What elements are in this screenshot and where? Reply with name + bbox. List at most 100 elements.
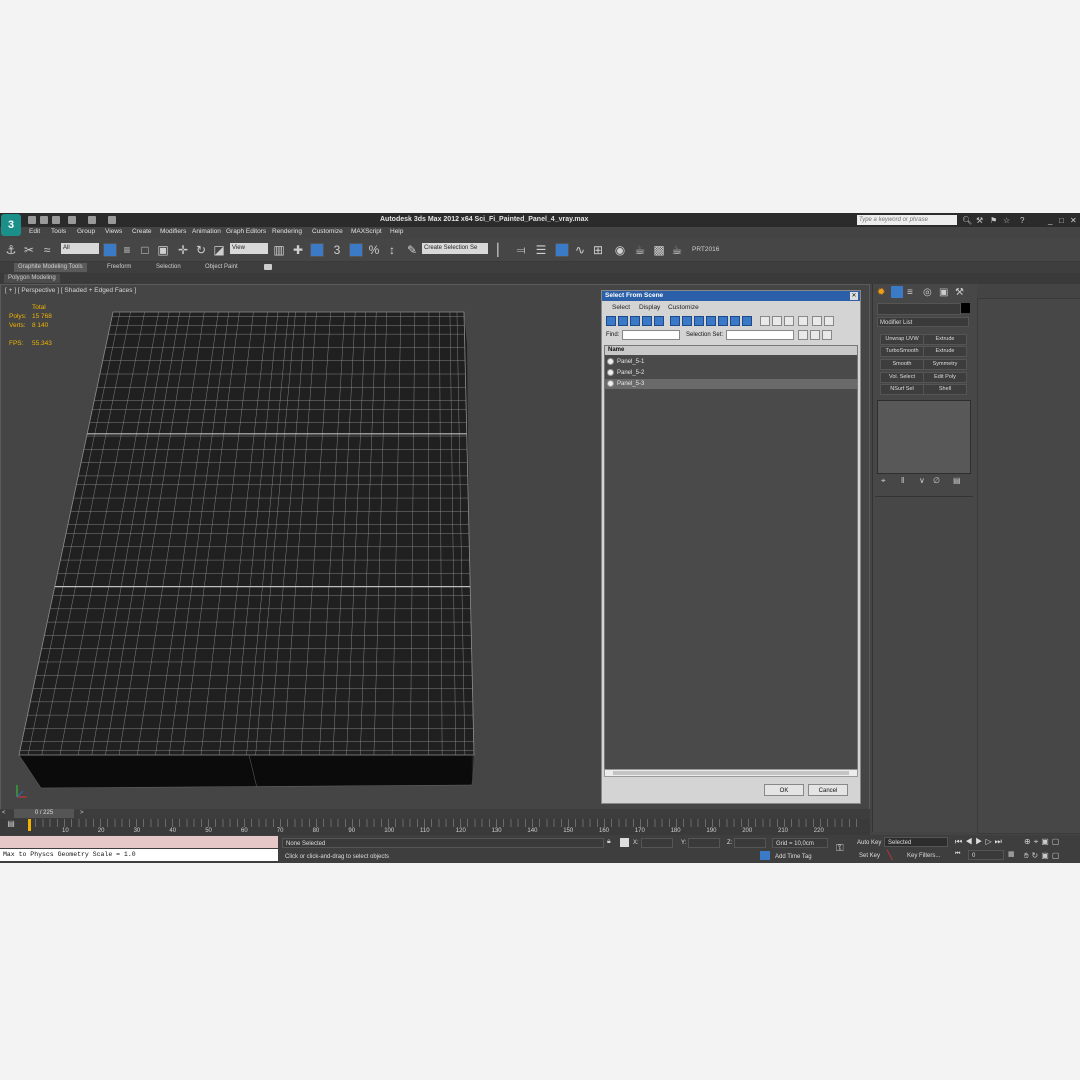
render-production-icon[interactable]: ☕︎ [670,243,684,257]
motion-tab-icon[interactable]: ◎ [923,287,932,298]
current-frame-field[interactable]: 0 [968,850,1004,860]
favorites-icon[interactable]: ☆ [1003,216,1010,225]
column-header-name[interactable]: Name [605,346,857,355]
scrollbar-thumb[interactable] [613,771,849,775]
edit-named-selection-icon[interactable]: ✎ [405,243,419,257]
cancel-button[interactable]: Cancel [808,784,848,796]
ribbon-options-icon[interactable] [264,264,272,270]
hierarchy-tab-icon[interactable]: ≡ [907,287,913,298]
modifier-list-dropdown[interactable]: Modifier List [877,317,969,327]
display-frozen-icon[interactable] [730,316,740,326]
key-filters-button[interactable]: Key Filters... [907,853,940,859]
menu-views[interactable]: Views [105,228,122,235]
list-item[interactable]: Panel_5-3 [605,379,857,389]
viewport-orbit-controls[interactable]: ✋︎↻▣▢ [1024,851,1062,861]
turbosmooth-button[interactable]: TurboSmooth [880,346,924,357]
align-icon[interactable]: ⫤ [514,243,528,257]
menu-group[interactable]: Group [77,228,95,235]
absolute-mode-icon[interactable] [620,838,629,847]
select-and-rotate-icon[interactable]: ↻ [194,243,208,257]
selection-filter-dropdown[interactable]: All [61,243,99,254]
add-time-tag-button[interactable]: Add Time Tag [775,854,812,860]
save-file-icon[interactable] [52,216,60,224]
time-slider-thumb[interactable]: 0 / 225 [14,809,74,818]
select-and-scale-icon[interactable]: ◪ [212,243,226,257]
subscription-icon[interactable]: ⚒ [976,216,983,225]
display-groups-icon[interactable] [682,316,692,326]
ok-button[interactable]: OK [764,784,804,796]
app-logo-icon[interactable]: 3 [1,214,21,236]
nsurf-sel-button[interactable]: NSurf Sel [880,384,924,395]
y-coordinate-field[interactable] [688,838,720,848]
snaps-toggle-icon[interactable]: 3 [330,243,344,257]
undo-icon[interactable] [68,216,76,224]
open-file-icon[interactable] [40,216,48,224]
x-coordinate-field[interactable] [641,838,673,848]
set-key-mode-icon[interactable]: ⚿︎ [836,843,844,854]
maxscript-output[interactable]: Max to Physcs Geometry Scale = 1.0 [0,849,278,861]
select-invert-icon[interactable] [784,316,794,326]
keyboard-shortcut-override-icon[interactable] [310,243,324,257]
configure-modifier-sets-icon[interactable]: ▤ [953,476,961,485]
utilities-tab-icon[interactable]: ⚒ [955,287,964,298]
pivot-center-icon[interactable]: ▥ [272,243,286,257]
select-by-name-icon[interactable]: ≡ [120,243,134,257]
dialog-menu-customize[interactable]: Customize [668,304,699,311]
sync-selection-icon[interactable] [798,316,808,326]
filter-icon[interactable] [812,316,822,326]
z-coordinate-field[interactable] [734,838,766,848]
tab-graphite-modeling-tools[interactable]: Graphite Modeling Tools [14,263,87,272]
redo-icon[interactable] [88,216,96,224]
menu-customize[interactable]: Customize [312,228,343,235]
auto-key-mode-dropdown[interactable]: Selected [884,837,948,847]
create-tab-icon[interactable]: ✹ [877,287,885,298]
schematic-view-icon[interactable]: ⊞ [591,243,605,257]
render-setup-icon[interactable]: ☕︎ [633,243,647,257]
window-crossing-icon[interactable]: ▣ [156,243,170,257]
close-button[interactable]: ✕ [1070,216,1077,225]
graphite-toggle-icon[interactable] [555,243,569,257]
remove-from-set-icon[interactable] [822,330,832,340]
display-lights-icon[interactable] [630,316,640,326]
mirror-icon[interactable]: ▏ [495,243,509,257]
key-icon[interactable]: ╲ [887,850,892,861]
time-configuration-icon[interactable]: ▦ [1008,850,1015,858]
extrude-button[interactable]: Extrude [923,334,967,345]
modify-tab-icon[interactable] [891,286,903,298]
find-input[interactable] [622,330,680,340]
menu-edit[interactable]: Edit [29,228,40,235]
selection-set-dropdown[interactable] [726,330,794,340]
set-key-button[interactable]: Set Key [859,853,880,859]
playback-controls[interactable]: ⏮︎◀︎▶︎▷⏭︎ [955,837,1005,847]
list-item[interactable]: Panel_5-1 [605,357,857,367]
display-spacewarps-icon[interactable] [670,316,680,326]
menu-tools[interactable]: Tools [51,228,66,235]
dialog-close-icon[interactable]: ✕ [850,292,858,300]
select-all-icon[interactable] [760,316,770,326]
communication-center-icon[interactable]: ⚑ [990,216,997,225]
angle-snap-icon[interactable] [349,243,363,257]
reference-coordinate-dropdown[interactable]: View [230,243,268,254]
minimize-button[interactable]: _ [1048,216,1052,225]
time-slider[interactable]: < 0 / 225 > [0,809,870,819]
horizontal-scrollbar[interactable] [604,769,858,777]
select-none-icon[interactable] [772,316,782,326]
material-editor-icon[interactable]: ◉ [613,243,627,257]
rectangular-selection-icon[interactable]: □ [138,243,152,257]
viewport-navigation-controls[interactable]: ⊕⌖▣▢ [1024,837,1062,847]
edit-poly-button[interactable]: Edit Poly [923,372,967,383]
vol-select-button[interactable]: Vol. Select [880,372,924,383]
bind-space-warp-icon[interactable]: ≈ [40,243,54,257]
help-icon[interactable]: ? [1020,216,1024,225]
select-and-manipulate-icon[interactable]: ✚ [291,243,305,257]
show-end-result-icon[interactable]: ‖ [901,476,904,485]
maximize-button[interactable]: □ [1059,216,1064,225]
select-and-link-icon[interactable]: ⚓︎ [4,243,18,257]
curve-editor-icon[interactable]: ∿ [573,243,587,257]
time-tag-icon[interactable] [760,851,770,860]
time-slider-next-icon[interactable]: > [80,810,84,816]
selection-lock-icon[interactable]: 🔒︎ [607,838,611,846]
percent-snap-icon[interactable]: % [367,243,381,257]
unwrap-uvw-button[interactable]: Unwrap UVW [880,334,924,345]
object-color-swatch[interactable] [961,303,970,313]
